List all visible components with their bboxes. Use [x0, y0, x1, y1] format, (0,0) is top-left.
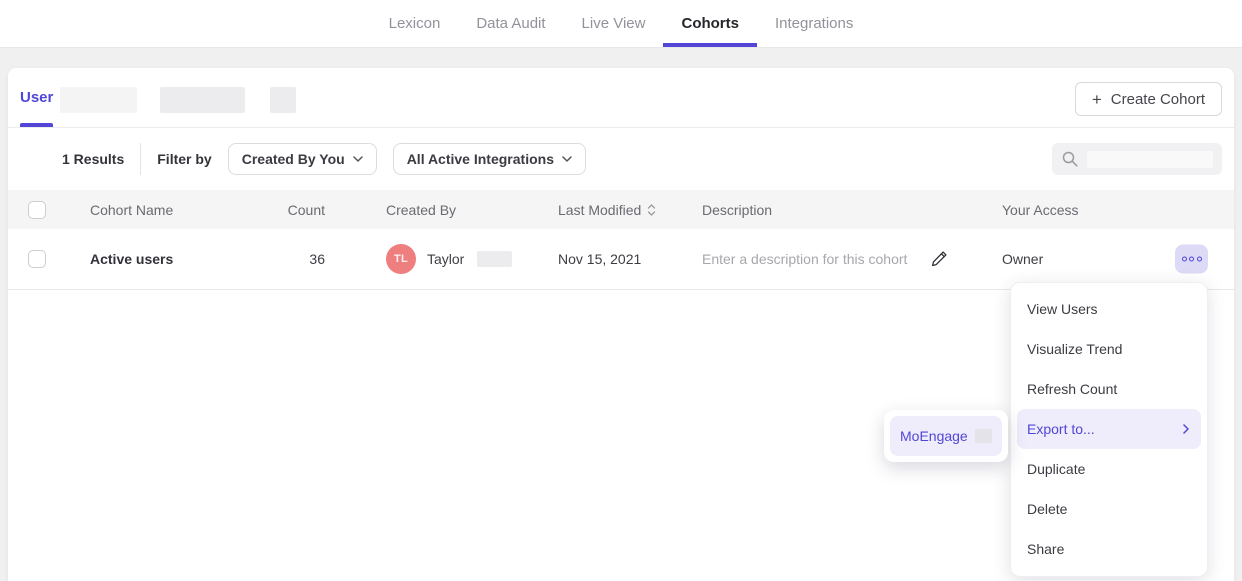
- search-icon: [1061, 150, 1079, 168]
- menu-item-export-to[interactable]: Export to...: [1017, 409, 1201, 449]
- header-last-modified-sort[interactable]: Last Modified: [558, 202, 656, 218]
- redacted-tab-block: [160, 87, 245, 113]
- chevron-right-icon: [1183, 424, 1189, 434]
- plus-icon: +: [1092, 91, 1102, 108]
- description-cell: Enter a description for this cohort: [702, 249, 949, 269]
- cohort-type-tabbar: User + Create Cohort: [8, 68, 1234, 128]
- edit-description-button[interactable]: [929, 249, 949, 269]
- row-context-menu: View Users Visualize Trend Refresh Count…: [1010, 282, 1208, 577]
- select-all-checkbox[interactable]: [28, 201, 46, 219]
- nav-label: Cohorts: [681, 15, 739, 32]
- header-count: Count: [248, 202, 325, 218]
- active-tab-underline: [663, 43, 757, 47]
- header-description: Description: [702, 202, 772, 218]
- row-checkbox[interactable]: [28, 250, 46, 268]
- nav-item-live-view[interactable]: Live View: [564, 0, 664, 47]
- submenu-item-moengage[interactable]: MoEngage: [890, 416, 1002, 456]
- checkbox-icon: [28, 250, 46, 268]
- nav-label: Data Audit: [476, 15, 545, 32]
- redacted-name-block: [477, 251, 512, 267]
- tab-user-underline: [20, 123, 53, 127]
- top-navigation: Lexicon Data Audit Live View Cohorts Int…: [0, 0, 1242, 48]
- created-by-dropdown[interactable]: Created By You: [228, 143, 377, 175]
- cohort-name-link[interactable]: Active users: [90, 251, 173, 267]
- redacted-tab-block: [60, 87, 137, 113]
- header-your-access: Your Access: [1002, 202, 1079, 218]
- create-cohort-label: Create Cohort: [1111, 91, 1205, 108]
- row-overflow-menu-button[interactable]: [1175, 245, 1208, 274]
- integrations-dropdown[interactable]: All Active Integrations: [393, 143, 586, 175]
- menu-item-view-users[interactable]: View Users: [1017, 289, 1201, 329]
- nav-label: Lexicon: [389, 15, 441, 32]
- redacted-search-text: [1087, 151, 1213, 168]
- ellipsis-icon: [1189, 257, 1194, 262]
- submenu-moengage-label: MoEngage: [900, 428, 968, 444]
- pencil-icon: [929, 249, 949, 269]
- created-by-name: Taylor: [427, 251, 464, 267]
- created-by-dropdown-value: Created By You: [242, 151, 345, 167]
- description-placeholder[interactable]: Enter a description for this cohort: [702, 251, 907, 267]
- ellipsis-icon: [1197, 257, 1202, 262]
- nav-item-integrations[interactable]: Integrations: [757, 0, 871, 47]
- menu-item-duplicate[interactable]: Duplicate: [1017, 449, 1201, 489]
- search-input[interactable]: [1052, 143, 1222, 175]
- export-submenu: MoEngage: [884, 410, 1008, 462]
- table-row: Active users 36 TL Taylor Nov 15, 2021 E…: [8, 229, 1234, 290]
- redacted-submenu-block: [975, 429, 992, 443]
- cohort-count: 36: [248, 251, 325, 267]
- sort-arrows-icon: [647, 203, 656, 217]
- header-cohort-name: Cohort Name: [90, 202, 173, 218]
- create-cohort-button[interactable]: + Create Cohort: [1075, 82, 1222, 116]
- header-last-modified-label: Last Modified: [558, 202, 641, 218]
- results-count: 1 Results: [62, 151, 124, 167]
- menu-item-delete[interactable]: Delete: [1017, 489, 1201, 529]
- header-created-by: Created By: [386, 202, 456, 218]
- filter-by-label: Filter by: [157, 151, 211, 167]
- menu-item-visualize-trend[interactable]: Visualize Trend: [1017, 329, 1201, 369]
- divider: [140, 143, 141, 175]
- chevron-down-icon: [353, 156, 363, 162]
- last-modified-date: Nov 15, 2021: [558, 251, 641, 267]
- checkbox-icon: [28, 201, 46, 219]
- tab-user-label: User: [20, 89, 53, 106]
- filter-bar: 1 Results Filter by Created By You All A…: [8, 128, 1234, 190]
- nav-item-lexicon[interactable]: Lexicon: [371, 0, 459, 47]
- menu-item-export-label: Export to...: [1027, 421, 1095, 437]
- nav-item-data-audit[interactable]: Data Audit: [458, 0, 563, 47]
- nav-label: Live View: [582, 15, 646, 32]
- table-header-row: Cohort Name Count Created By Last Modifi…: [8, 190, 1234, 229]
- chevron-down-icon: [562, 156, 572, 162]
- your-access-value: Owner: [1002, 251, 1043, 267]
- menu-item-share[interactable]: Share: [1017, 529, 1201, 569]
- nav-item-cohorts[interactable]: Cohorts: [663, 0, 757, 47]
- created-by-cell: TL Taylor: [386, 244, 512, 274]
- tab-user[interactable]: User: [20, 68, 53, 127]
- nav-label: Integrations: [775, 15, 853, 32]
- ellipsis-icon: [1182, 257, 1187, 262]
- avatar: TL: [386, 244, 416, 274]
- integrations-dropdown-value: All Active Integrations: [407, 151, 554, 167]
- redacted-tab-block: [270, 87, 296, 113]
- menu-item-refresh-count[interactable]: Refresh Count: [1017, 369, 1201, 409]
